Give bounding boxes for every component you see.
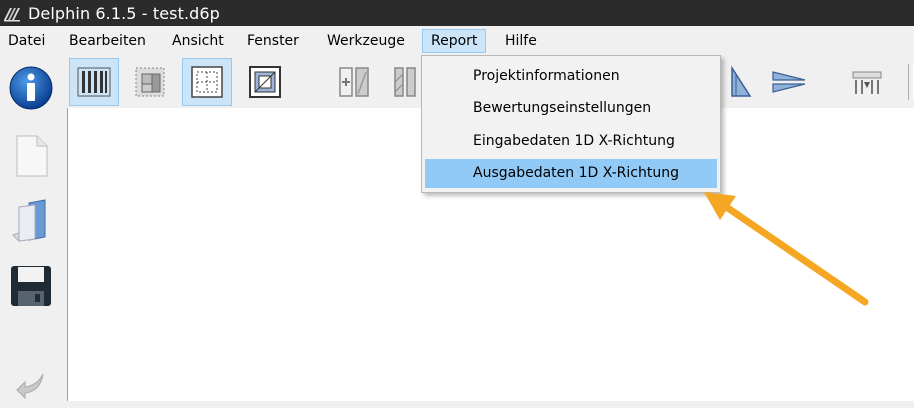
menu-fenster[interactable]: Fenster bbox=[239, 29, 307, 53]
menu-werkzeuge[interactable]: Werkzeuge bbox=[319, 29, 413, 53]
menu-bearbeiten[interactable]: Bearbeiten bbox=[61, 29, 154, 53]
toolbar-button-split-plus[interactable] bbox=[329, 58, 379, 106]
menu-item-eingabedaten-1d[interactable]: Eingabedaten 1D X-Richtung bbox=[425, 127, 717, 156]
sidebar-button-save[interactable] bbox=[5, 260, 57, 312]
title-bar: Delphin 6.1.5 - test.d6p bbox=[0, 0, 914, 26]
toolbar-separator bbox=[908, 64, 914, 100]
open-folder-icon bbox=[12, 199, 46, 243]
sidebar-button-new-document[interactable] bbox=[5, 130, 57, 182]
sidebar-button-info[interactable] bbox=[5, 62, 57, 114]
save-floppy-icon bbox=[11, 266, 51, 306]
window-title: Delphin 6.1.5 - test.d6p bbox=[28, 3, 220, 23]
menu-ansicht[interactable]: Ansicht bbox=[164, 29, 232, 53]
toolbar-button-grid-layout[interactable] bbox=[125, 58, 175, 106]
menu-datei[interactable]: Datei bbox=[0, 29, 53, 53]
split-plus-icon bbox=[339, 67, 369, 97]
annotation-arrow-icon bbox=[704, 192, 869, 306]
menu-report[interactable]: Report bbox=[422, 29, 487, 53]
delphin-logo-icon bbox=[2, 3, 22, 23]
triangle-icon bbox=[731, 65, 752, 97]
toolbar-button-hatched-columns[interactable] bbox=[385, 58, 425, 106]
grid-layout-icon bbox=[135, 67, 165, 97]
toolbar-button-dashed-frame[interactable] bbox=[182, 58, 232, 106]
toolbar-button-wedge-arrow[interactable] bbox=[764, 58, 814, 106]
toolbar-button-vertical-lines[interactable] bbox=[69, 58, 119, 106]
menu-item-bewertungseinstellungen[interactable]: Bewertungseinstellungen bbox=[425, 94, 717, 123]
vertical-lines-icon bbox=[77, 67, 111, 97]
sidebar-button-open[interactable] bbox=[5, 194, 57, 246]
menu-item-ausgabedaten-1d[interactable]: Ausgabedaten 1D X-Richtung bbox=[425, 159, 717, 188]
menu-item-projektinformationen[interactable]: Projektinformationen bbox=[425, 62, 717, 91]
undo-arrow-icon bbox=[16, 373, 44, 400]
sidebar-button-undo[interactable] bbox=[5, 356, 57, 408]
framed-box-icon bbox=[249, 66, 281, 98]
new-document-icon bbox=[16, 135, 48, 177]
wedge-arrow-icon bbox=[772, 71, 806, 93]
columns-down-arrow-icon bbox=[852, 71, 882, 94]
toolbar-button-triangle[interactable] bbox=[720, 58, 762, 106]
dashed-frame-icon bbox=[191, 66, 223, 98]
report-dropdown-menu: Projektinformationen Bewertungseinstellu… bbox=[421, 55, 721, 193]
hatched-columns-icon bbox=[394, 67, 416, 97]
toolbar-button-columns-down-arrow[interactable] bbox=[842, 58, 892, 106]
menu-hilfe[interactable]: Hilfe bbox=[497, 29, 545, 53]
toolbar-button-framed-box[interactable] bbox=[240, 58, 290, 106]
left-sidebar bbox=[0, 56, 67, 401]
menu-bar: Datei Bearbeiten Ansicht Fenster Werkzeu… bbox=[0, 26, 914, 56]
info-icon bbox=[9, 66, 53, 110]
